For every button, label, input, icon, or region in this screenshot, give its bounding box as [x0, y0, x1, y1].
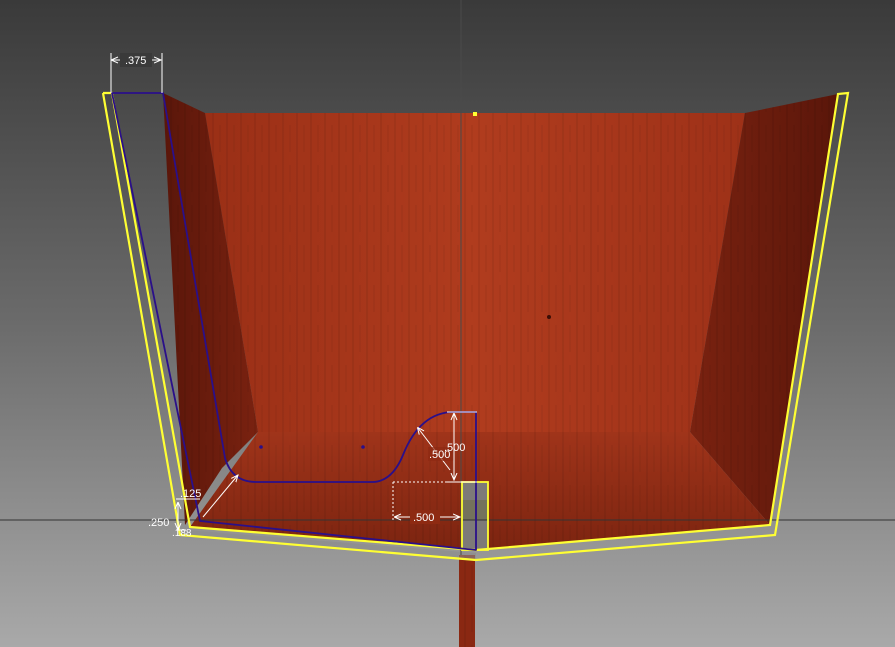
dimension-label-bottom-thickness: .250: [148, 517, 169, 529]
cad-viewport[interactable]: .375 .500 .500 .500 .125 .250 .188: [0, 0, 895, 647]
dimension-label-top-width: .375: [125, 55, 146, 67]
dimension-corner-small[interactable]: .188: [172, 528, 192, 539]
dimension-label-step-width: .500: [413, 512, 434, 524]
pedestal-post-grain: [459, 555, 475, 647]
model-canvas[interactable]: .375 .500 .500 .500 .125 .250 .188: [0, 0, 895, 647]
dimension-label-step-height: .500: [444, 442, 465, 454]
back-wall-grain: [205, 113, 745, 432]
sketch-point-2[interactable]: [361, 445, 365, 449]
dimension-label-corner-small: .188: [172, 528, 192, 539]
center-point-marker[interactable]: [473, 112, 477, 116]
step-block-shade: [462, 500, 488, 520]
dimension-label-bottom-offset: .125: [180, 488, 201, 500]
sketch-point-1[interactable]: [259, 445, 263, 449]
sketch-point-3[interactable]: [547, 315, 551, 319]
